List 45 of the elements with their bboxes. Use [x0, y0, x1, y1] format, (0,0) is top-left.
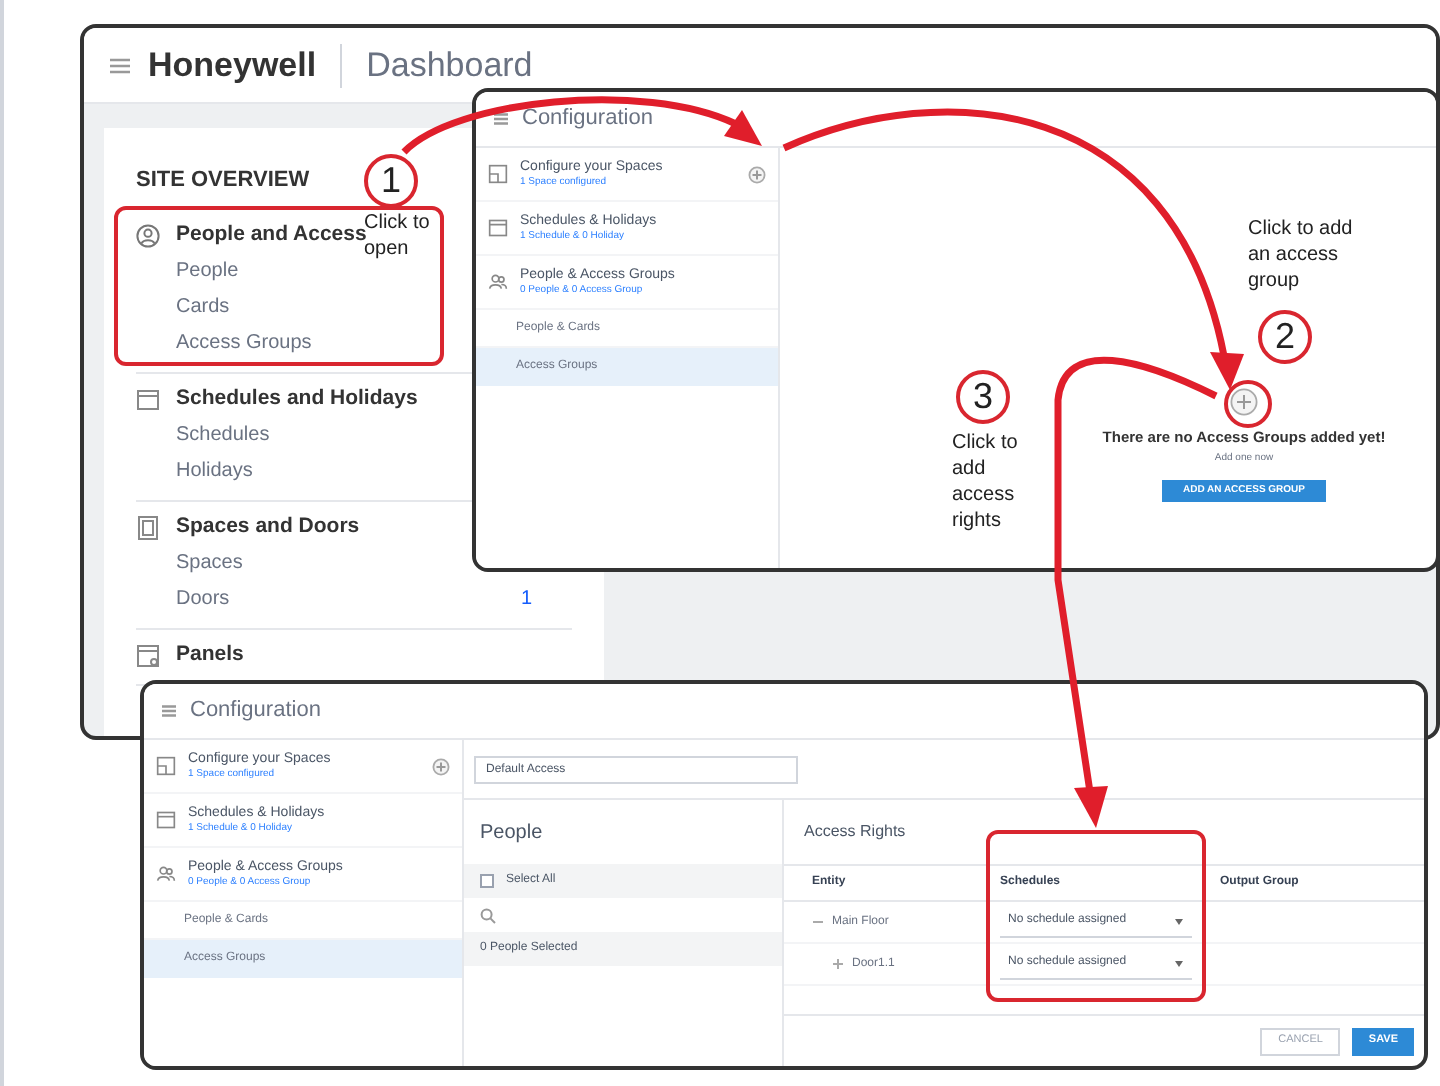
page-title: Dashboard — [366, 43, 533, 88]
search-icon[interactable] — [480, 907, 496, 923]
people-icon — [488, 272, 508, 292]
nav-link[interactable]: Cards — [176, 292, 230, 322]
panel-heading: Access Rights — [802, 820, 908, 844]
calendar-icon — [136, 387, 160, 411]
nav-link[interactable]: Holidays — [176, 456, 253, 486]
section-title: People and Access — [176, 221, 367, 246]
nav-link[interactable]: Access Groups — [176, 328, 312, 358]
expand-icon[interactable] — [832, 958, 844, 970]
add-icon[interactable] — [432, 757, 450, 775]
add-icon[interactable] — [748, 165, 766, 183]
caret-icon — [1174, 917, 1184, 925]
window-title: Configuration — [190, 696, 321, 727]
section-title: Schedules and Holidays — [176, 383, 418, 414]
calendar-icon — [156, 810, 176, 830]
panel-heading: People — [478, 819, 545, 847]
brand-name: Honeywell — [148, 43, 317, 88]
section-title: Panels — [176, 639, 244, 670]
nav-link[interactable]: People — [176, 256, 239, 286]
collapse-icon[interactable] — [812, 916, 824, 928]
add-icon[interactable] — [1230, 388, 1258, 416]
floor-plan-icon — [488, 164, 508, 184]
menu-icon[interactable] — [492, 110, 510, 128]
callout-text: Click to open — [364, 210, 432, 262]
calendar-icon — [488, 218, 508, 238]
caret-icon — [1174, 959, 1184, 967]
callout-text: Click to add access rights — [952, 430, 1020, 534]
callout-text: Click to add an access group — [1248, 216, 1355, 294]
panel-icon — [136, 643, 160, 667]
door-icon — [136, 515, 160, 539]
section-heading: SITE OVERVIEW — [136, 166, 310, 196]
window-title: Configuration — [522, 104, 653, 135]
menu-icon[interactable] — [108, 53, 132, 77]
person-icon — [136, 223, 160, 247]
item-count: 1 — [520, 586, 532, 614]
nav-link[interactable]: Schedules — [176, 420, 270, 450]
highlight-ring — [1224, 380, 1272, 428]
menu-icon[interactable] — [160, 702, 178, 720]
floor-plan-icon — [156, 756, 176, 776]
nav-link[interactable]: Doors — [176, 584, 230, 614]
checkbox[interactable] — [480, 874, 494, 888]
nav-link[interactable]: Spaces — [176, 548, 243, 578]
section-title: Spaces and Doors — [176, 511, 360, 542]
people-icon — [156, 864, 176, 884]
